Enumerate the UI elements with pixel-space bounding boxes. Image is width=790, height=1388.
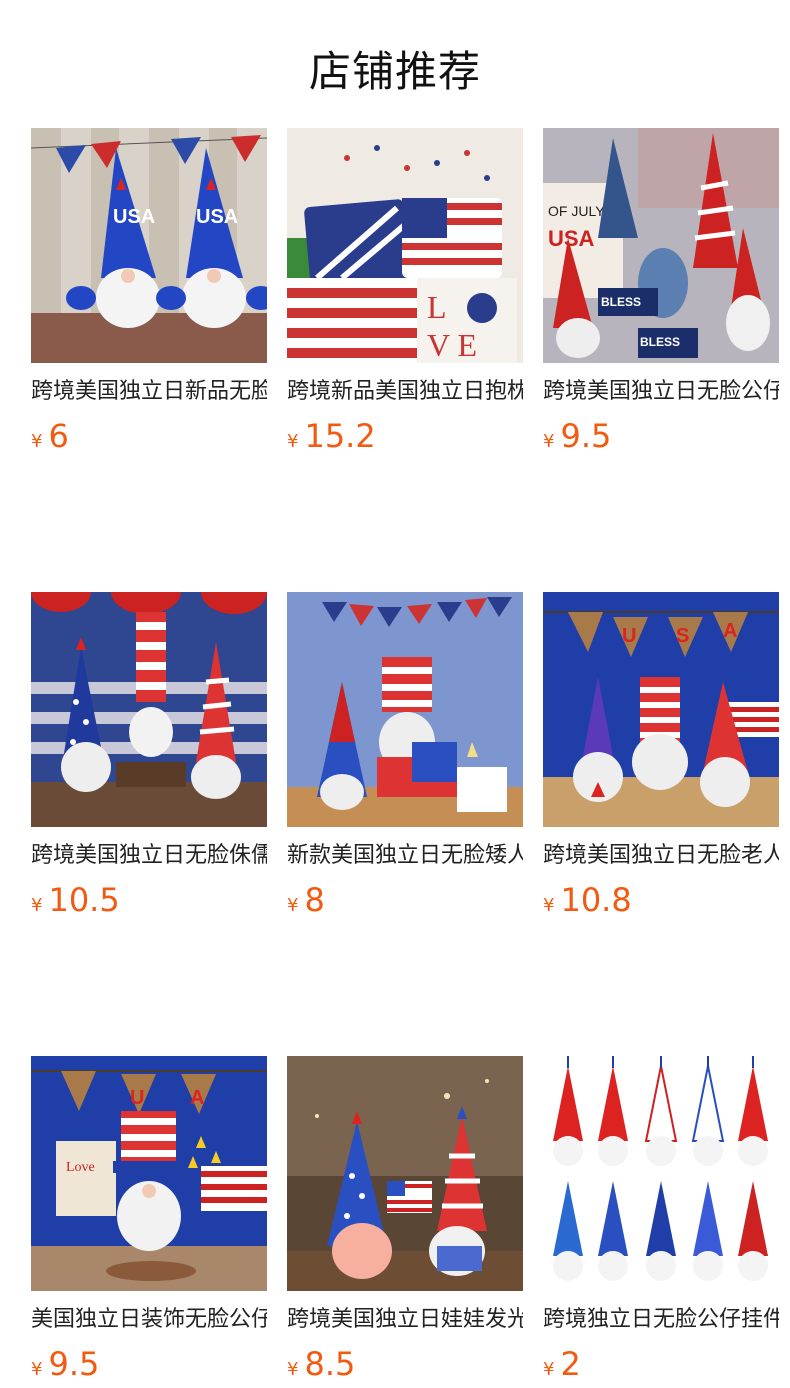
gnome-image-6: USA — [543, 592, 779, 827]
svg-text:V E: V E — [427, 327, 477, 363]
currency-symbol: ¥ — [31, 895, 43, 916]
gnome-image-7: U A Love — [31, 1056, 267, 1291]
price-value: 15.2 — [304, 417, 376, 455]
gnome-image-5 — [287, 592, 523, 827]
product-price: ¥15.2 — [287, 418, 523, 460]
currency-symbol: ¥ — [287, 1359, 299, 1380]
currency-symbol: ¥ — [543, 895, 555, 916]
product-card[interactable]: USA USA 跨境美国独立日新品无脸公仔 ¥6 — [31, 128, 267, 460]
product-price: ¥10.5 — [31, 882, 267, 924]
svg-text:A: A — [723, 620, 737, 642]
price-value: 6 — [48, 417, 69, 455]
product-price: ¥6 — [31, 418, 267, 460]
product-image[interactable]: U A Love — [31, 1056, 267, 1291]
product-card[interactable]: U S A 跨境美国独立日无脸老人玩偶 ¥10.8 — [543, 592, 779, 924]
price-value: 8 — [304, 881, 325, 919]
product-price: ¥2 — [543, 1346, 779, 1388]
currency-symbol: ¥ — [31, 431, 43, 452]
price-value: 10.8 — [560, 881, 632, 919]
product-image[interactable] — [31, 592, 267, 827]
svg-text:OF JULY: OF JULY — [548, 203, 605, 219]
product-name[interactable]: 跨境独立日无脸公仔挂件 — [543, 1306, 779, 1334]
svg-text:USA: USA — [548, 226, 595, 251]
price-value: 8.5 — [304, 1345, 356, 1383]
gnome-image-9 — [543, 1056, 779, 1291]
svg-text:U: U — [130, 1087, 144, 1109]
product-price: ¥9.5 — [31, 1346, 267, 1388]
product-name[interactable]: 跨境美国独立日娃娃发光摆件 — [287, 1306, 523, 1334]
pillow-image-2: L V E — [287, 128, 523, 363]
product-image[interactable]: L V E — [287, 128, 523, 363]
gnome-image-8 — [287, 1056, 523, 1291]
product-card[interactable]: L V E 跨境新品美国独立日抱枕套 ¥15.2 — [287, 128, 523, 460]
product-image[interactable]: USA — [543, 592, 779, 827]
product-image[interactable] — [287, 592, 523, 827]
product-name[interactable]: 跨境美国独立日无脸老人玩偶 — [543, 842, 779, 870]
product-image[interactable] — [287, 1056, 523, 1291]
svg-text:U: U — [622, 625, 636, 647]
product-price: ¥8.5 — [287, 1346, 523, 1388]
gnome-image-3: OF JULY USA BLESS BLESS — [543, 128, 779, 363]
currency-symbol: ¥ — [543, 1359, 555, 1380]
svg-text:A: A — [190, 1087, 204, 1109]
svg-text:USA: USA — [196, 206, 238, 228]
svg-text:USA: USA — [113, 206, 155, 228]
product-image[interactable] — [543, 1056, 779, 1291]
product-card[interactable]: OF JULY USA BLESS BLESS 跨境美国独立日无脸公仔装饰 ¥9… — [543, 128, 779, 460]
product-card[interactable]: 跨境美国独立日无脸侏儒娃娃 ¥10.5 — [31, 592, 267, 924]
product-card[interactable]: 新款美国独立日无脸矮人摆件 ¥8 — [287, 592, 523, 924]
product-name[interactable]: 美国独立日装饰无脸公仔摆件 — [31, 1306, 267, 1334]
product-card[interactable]: 跨境美国独立日娃娃发光摆件 ¥8.5 — [287, 1056, 523, 1388]
product-image[interactable]: USA USA — [31, 128, 267, 363]
product-name[interactable]: 跨境新品美国独立日抱枕套 — [287, 378, 523, 406]
gnome-image-1: USA USA — [31, 128, 267, 363]
gnome-image-4 — [31, 592, 267, 827]
price-value: 2 — [560, 1345, 581, 1383]
currency-symbol: ¥ — [287, 431, 299, 452]
svg-text:BLESS: BLESS — [601, 295, 641, 309]
product-price: ¥9.5 — [543, 418, 779, 460]
product-card[interactable]: 跨境独立日无脸公仔挂件 ¥2 — [543, 1056, 779, 1388]
svg-text:Love: Love — [66, 1160, 95, 1175]
svg-text:BLESS: BLESS — [640, 335, 680, 349]
currency-symbol: ¥ — [31, 1359, 43, 1380]
price-value: 9.5 — [560, 417, 612, 455]
section-title: 店铺推荐 — [308, 47, 481, 96]
currency-symbol: ¥ — [543, 431, 555, 452]
product-name[interactable]: 跨境美国独立日无脸侏儒娃娃 — [31, 842, 267, 870]
price-value: 9.5 — [48, 1345, 100, 1383]
product-price: ¥8 — [287, 882, 523, 924]
product-grid: USA USA 跨境美国独立日新品无脸公仔 ¥6 — [31, 128, 779, 1388]
product-image[interactable]: OF JULY USA BLESS BLESS — [543, 128, 779, 363]
product-name[interactable]: 新款美国独立日无脸矮人摆件 — [287, 842, 523, 870]
svg-text:S: S — [676, 625, 689, 647]
svg-text:L: L — [427, 289, 447, 325]
currency-symbol: ¥ — [287, 895, 299, 916]
product-card[interactable]: U A Love 美国独立日装饰无脸公仔摆件 ¥9.5 — [31, 1056, 267, 1388]
product-name[interactable]: 跨境美国独立日无脸公仔装饰 — [543, 378, 779, 406]
product-name[interactable]: 跨境美国独立日新品无脸公仔 — [31, 378, 267, 406]
price-value: 10.5 — [48, 881, 120, 919]
product-price: ¥10.8 — [543, 882, 779, 924]
